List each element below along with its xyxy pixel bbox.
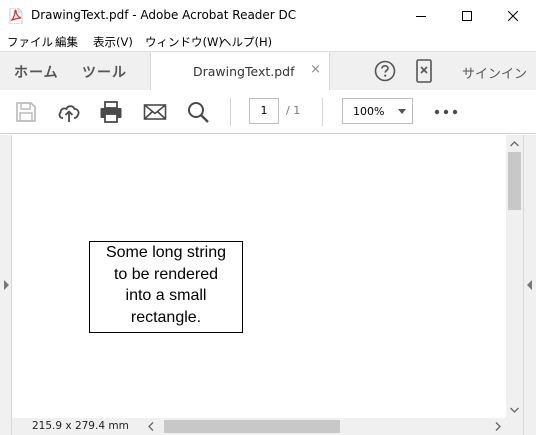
tab-document[interactable]: DrawingText.pdf × [150, 52, 330, 91]
menu-edit[interactable]: 編集 [55, 34, 78, 50]
chevron-up-icon [510, 140, 519, 146]
toolbar-separator [322, 98, 323, 126]
maximize-icon [462, 10, 472, 21]
document-viewport[interactable] [0, 135, 536, 418]
chevron-down-icon [398, 109, 406, 114]
scroll-up-arrow[interactable] [506, 135, 523, 152]
mail-icon[interactable] [143, 100, 167, 124]
title-bar: DrawingText.pdf - Adobe Acrobat Reader D… [0, 0, 536, 31]
menu-help[interactable]: ヘルプ(H) [220, 34, 272, 50]
right-panel-toggle[interactable] [523, 135, 536, 435]
tab-home[interactable]: ホーム [14, 62, 59, 82]
window-title: DrawingText.pdf - Adobe Acrobat Reader D… [31, 8, 297, 22]
minimize-button[interactable] [398, 0, 444, 31]
save-icon[interactable] [14, 100, 38, 124]
acrobat-pdf-icon [9, 8, 23, 24]
mobile-device-icon[interactable] [416, 59, 432, 83]
zoom-select[interactable]: 100% [342, 98, 413, 124]
zoom-value: 100% [353, 105, 385, 118]
vertical-scrollbar[interactable] [506, 135, 523, 418]
expand-right-icon [4, 280, 9, 290]
page-number-input[interactable]: 1 [249, 98, 279, 124]
menu-window[interactable]: ウィンドウ(W) [145, 34, 223, 50]
tab-tools[interactable]: ツール [82, 62, 127, 82]
left-panel-toggle[interactable] [0, 135, 12, 435]
print-icon[interactable] [99, 100, 123, 124]
maximize-button[interactable] [444, 0, 490, 31]
vertical-scroll-thumb[interactable] [508, 152, 521, 210]
more-options-icon[interactable] [434, 109, 458, 115]
document-tab-label: DrawingText.pdf [193, 64, 295, 79]
minimize-icon [416, 15, 426, 17]
toolbar-separator [230, 98, 231, 126]
pdf-text-line: into a small [125, 287, 207, 304]
menu-bar: ファイル 編集 表示(V) ウィンドウ(W) ヘルプ(H) [0, 31, 536, 51]
scroll-down-arrow[interactable] [506, 401, 523, 418]
help-icon[interactable] [374, 60, 396, 82]
pdf-text-line: Some long string [105, 244, 227, 261]
toolbar: 1 / 1 100% [0, 90, 536, 134]
horizontal-scrollbar[interactable] [142, 418, 506, 435]
pdf-text-line: to be rendered [113, 265, 219, 283]
sign-in-link[interactable]: サインイン [462, 63, 527, 82]
pdf-text-block: Some long string to be rendered into a s… [90, 242, 242, 328]
scroll-right-arrow[interactable] [489, 418, 506, 435]
chevron-left-icon [147, 422, 153, 431]
menu-file[interactable]: ファイル [7, 34, 53, 50]
chevron-right-icon [495, 422, 501, 431]
tab-bar: ホーム ツール DrawingText.pdf × サインイン [0, 51, 536, 91]
expand-left-icon [527, 280, 532, 290]
status-bar: 215.9 x 279.4 mm [12, 418, 523, 435]
cloud-upload-icon[interactable] [57, 100, 81, 124]
pdf-text-rectangle: Some long string to be rendered into a s… [89, 241, 243, 333]
page-size-label: 215.9 x 279.4 mm [32, 420, 129, 432]
pdf-text-line: rectangle. [130, 308, 202, 326]
scroll-left-arrow[interactable] [142, 418, 159, 435]
close-icon [508, 10, 518, 21]
menu-view[interactable]: 表示(V) [93, 34, 133, 50]
close-button[interactable] [490, 0, 536, 31]
page-total: / 1 [286, 104, 301, 117]
horizontal-scroll-thumb[interactable] [164, 420, 340, 433]
search-icon[interactable] [186, 100, 210, 124]
tab-close-icon[interactable]: × [310, 62, 321, 77]
chevron-down-icon [510, 407, 519, 413]
